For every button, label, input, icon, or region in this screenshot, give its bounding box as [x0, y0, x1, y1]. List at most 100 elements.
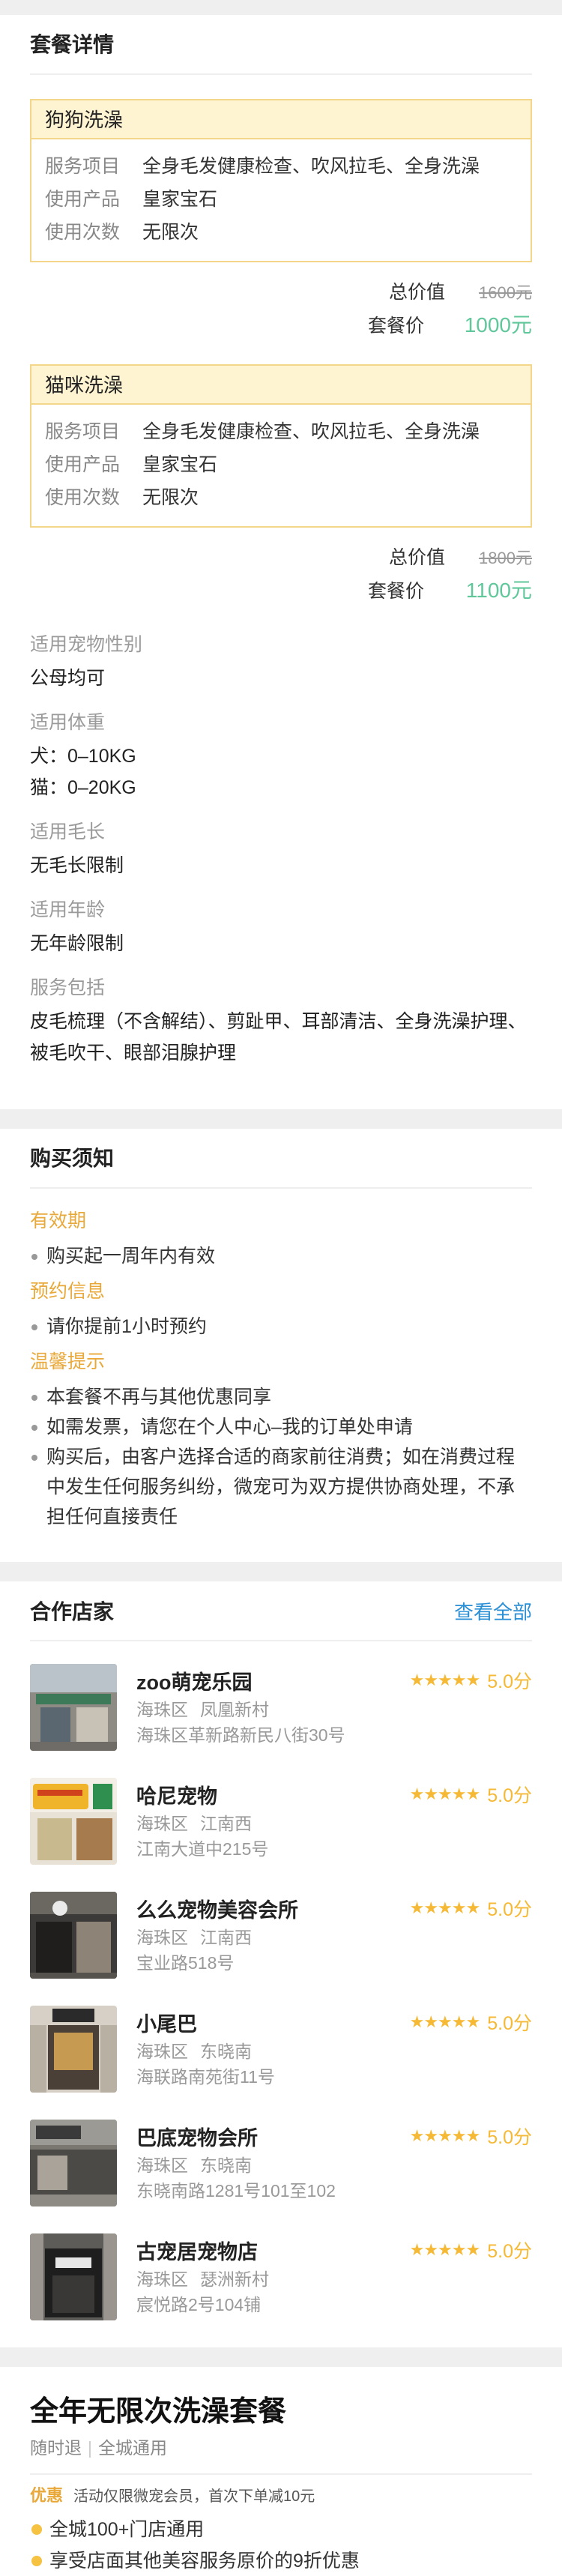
store-photo [30, 2120, 117, 2207]
product-tag-refund: 随时退 [30, 2438, 82, 2458]
store-address: 东晓南路1281号101至102 [136, 2181, 336, 2201]
store-rating: ★★★★★ 5.0分 [410, 2123, 532, 2150]
promo-row: 优惠 活动仅限微宠会员，首次下单减10元 [30, 2475, 532, 2514]
product-tags: 随时退 | 全城通用 [30, 2433, 532, 2475]
package-price-value: 1100元 [465, 579, 532, 602]
partner-stores-section: 合作店家 查看全部 zoo萌宠乐园 ★★★★★ 5.0分 海珠区 凤凰新村 海珠区革… [0, 1581, 562, 2347]
row-value: 全身毛发健康检查、吹风拉毛、全身洗澡 [142, 421, 480, 442]
attribute-label: 适用年龄 [30, 899, 106, 920]
attribute-age: 适用年龄 无年龄限制 [30, 892, 532, 959]
notice-heading-validity: 有效期 [30, 1210, 87, 1231]
store-info: 小尾巴 ★★★★★ 5.0分 海珠区 东晓南 海联路南苑街11号 [136, 2006, 532, 2097]
package-price: 总价值 1800元 套餐价 1100元 [30, 528, 532, 607]
store-area: 凤凰新村 [200, 1700, 269, 1719]
store-item[interactable]: 古宠居宠物店 ★★★★★ 5.0分 海珠区 瑟洲新村 宸悦路2号104铺 [30, 2211, 532, 2325]
store-area: 江南西 [200, 1928, 252, 1947]
feature-item: 享受店面其他美容服务原价的9折优惠 [30, 2545, 532, 2576]
store-item[interactable]: 么么宠物美容会所 ★★★★★ 5.0分 海珠区 江南西 宝业路518号 [30, 1869, 532, 1983]
package-name: 狗狗洗澡 [31, 100, 531, 139]
attribute-value: 犬：0–10KG [30, 746, 136, 767]
rating-stars-icon: ★★★★★ [409, 1898, 481, 1917]
store-location: 海珠区 东晓南 [136, 2039, 532, 2064]
store-list: zoo萌宠乐园 ★★★★★ 5.0分 海珠区 凤凰新村 海珠区革新路新民八街30号 … [30, 1641, 532, 2347]
purchase-notice-section: 购买须知 有效期 购买起一周年内有效 预约信息 请你提前1小时预约 温馨提示 本… [0, 1129, 562, 1562]
attribute-gender: 适用宠物性别 公母均可 [30, 627, 532, 694]
store-item[interactable]: 哈尼宠物 ★★★★★ 5.0分 海珠区 江南西 江南大道中215号 [30, 1755, 532, 1869]
store-address: 宝业路518号 [136, 1953, 235, 1973]
store-area: 江南西 [200, 1814, 252, 1833]
store-district: 海珠区 [136, 1928, 188, 1947]
attribute-label: 适用毛长 [30, 821, 106, 842]
store-title-row: zoo萌宠乐园 ★★★★★ 5.0分 [136, 1664, 532, 1697]
rating-stars-icon: ★★★★★ [409, 1671, 481, 1689]
promo-tag: 优惠 [30, 2486, 64, 2505]
total-value-label: 总价值 [388, 547, 445, 568]
store-address: 海联路南苑街11号 [136, 2067, 275, 2087]
store-district: 海珠区 [136, 1814, 188, 1833]
rating-score: 5.0分 [487, 1899, 532, 1920]
total-value-row: 总价值 1800元 [30, 541, 532, 574]
row-value: 无限次 [142, 222, 199, 243]
store-info: 么么宠物美容会所 ★★★★★ 5.0分 海珠区 江南西 宝业路518号 [136, 1892, 532, 1983]
store-address: 宸悦路2号104铺 [136, 2295, 262, 2314]
store-photo [30, 1892, 117, 1979]
package-card: 猫咪洗澡 服务项目 全身毛发健康检查、吹风拉毛、全身洗澡 使用产品 皇家宝石 使用次… [30, 364, 532, 528]
attribute-label: 服务包括 [30, 977, 106, 998]
package-row: 使用次数 无限次 [45, 481, 517, 514]
purchase-notice-body: 有效期 购买起一周年内有效 预约信息 请你提前1小时预约 温馨提示 本套餐不再与… [30, 1189, 532, 1562]
attribute-value: 猫：0–20KG [30, 777, 136, 798]
rating-stars-icon: ★★★★★ [409, 2012, 481, 2031]
store-title-row: 巴底宠物会所 ★★★★★ 5.0分 [136, 2120, 532, 2153]
package-card: 狗狗洗澡 服务项目 全身毛发健康检查、吹风拉毛、全身洗澡 使用产品 皇家宝石 使用次… [30, 99, 532, 262]
rating-score: 5.0分 [487, 2241, 532, 2262]
store-photo [30, 2006, 117, 2093]
package-details: 服务项目 全身毛发健康检查、吹风拉毛、全身洗澡 使用产品 皇家宝石 使用次数 无限次 [31, 139, 531, 261]
store-title-row: 么么宠物美容会所 ★★★★★ 5.0分 [136, 1892, 532, 1925]
attribute-coat-length: 适用毛长 无毛长限制 [30, 814, 532, 881]
row-value: 全身毛发健康检查、吹风拉毛、全身洗澡 [142, 156, 480, 177]
row-value: 皇家宝石 [142, 454, 218, 475]
applicable-attributes: 适用宠物性别 公母均可 适用体重 犬：0–10KG 猫：0–20KG 适用毛长 … [30, 607, 532, 1109]
notice-item: 购买后，由客户选择合适的商家前往消费；如在消费过程中发生任何服务纠纷，微宠可为双… [30, 1442, 532, 1532]
attribute-value: 无年龄限制 [30, 933, 124, 954]
total-value-row: 总价值 1600元 [30, 276, 532, 309]
rating-stars-icon: ★★★★★ [409, 2126, 481, 2145]
tag-separator: | [88, 2438, 92, 2458]
package-row: 使用次数 无限次 [45, 216, 517, 249]
package-price: 总价值 1600元 套餐价 1000元 [30, 262, 532, 342]
notice-item: 如需发票，请您在个人中心–我的订单处申请 [30, 1412, 532, 1442]
package-price-value: 1000元 [464, 313, 532, 337]
store-item[interactable]: zoo萌宠乐园 ★★★★★ 5.0分 海珠区 凤凰新村 海珠区革新路新民八街30号 [30, 1641, 532, 1755]
product-title: 全年无限次洗澡套餐 [30, 2396, 287, 2428]
row-label: 使用次数 [45, 487, 121, 508]
store-rating: ★★★★★ 5.0分 [410, 2236, 532, 2263]
promo-text: 活动仅限微宠会员，首次下单减10元 [73, 2488, 315, 2505]
store-info: zoo萌宠乐园 ★★★★★ 5.0分 海珠区 凤凰新村 海珠区革新路新民八街30号 [136, 1664, 532, 1755]
store-item[interactable]: 小尾巴 ★★★★★ 5.0分 海珠区 东晓南 海联路南苑街11号 [30, 1983, 532, 2097]
package-row: 服务项目 全身毛发健康检查、吹风拉毛、全身洗澡 [45, 150, 517, 183]
store-rating: ★★★★★ 5.0分 [410, 1895, 532, 1922]
row-label: 服务项目 [45, 421, 121, 442]
store-title-row: 小尾巴 ★★★★★ 5.0分 [136, 2006, 532, 2039]
store-address: 海珠区革新路新民八街30号 [136, 1725, 345, 1745]
store-name: zoo萌宠乐园 [136, 1671, 253, 1694]
store-item[interactable]: 巴底宠物会所 ★★★★★ 5.0分 海珠区 东晓南 东晓南路1281号101至102 [30, 2097, 532, 2211]
partner-stores-title: 合作店家 [30, 1600, 115, 1623]
purchase-notice-title: 购买须知 [30, 1129, 532, 1189]
store-address: 江南大道中215号 [136, 1839, 269, 1859]
partner-stores-header: 合作店家 查看全部 [30, 1581, 532, 1641]
store-name: 么么宠物美容会所 [136, 1898, 298, 1922]
store-title-row: 古宠居宠物店 ★★★★★ 5.0分 [136, 2233, 532, 2266]
store-photo [30, 2233, 117, 2320]
attribute-weight: 适用体重 犬：0–10KG 猫：0–20KG [30, 705, 532, 803]
store-location: 海珠区 江南西 [136, 1811, 532, 1836]
feature-item: 全城100+门店通用 [30, 2514, 532, 2545]
rating-stars-icon: ★★★★★ [409, 1785, 481, 1803]
package-row: 使用产品 皇家宝石 [45, 183, 517, 216]
rating-stars-icon: ★★★★★ [409, 2240, 481, 2259]
view-all-link[interactable]: 查看全部 [454, 1597, 532, 1625]
store-location: 海珠区 凤凰新村 [136, 1697, 532, 1722]
product-summary-section: 全年无限次洗澡套餐 随时退 | 全城通用 优惠 活动仅限微宠会员，首次下单减10元 … [0, 2367, 562, 2576]
section-gap [0, 1562, 562, 1581]
store-district: 海珠区 [136, 1700, 188, 1719]
